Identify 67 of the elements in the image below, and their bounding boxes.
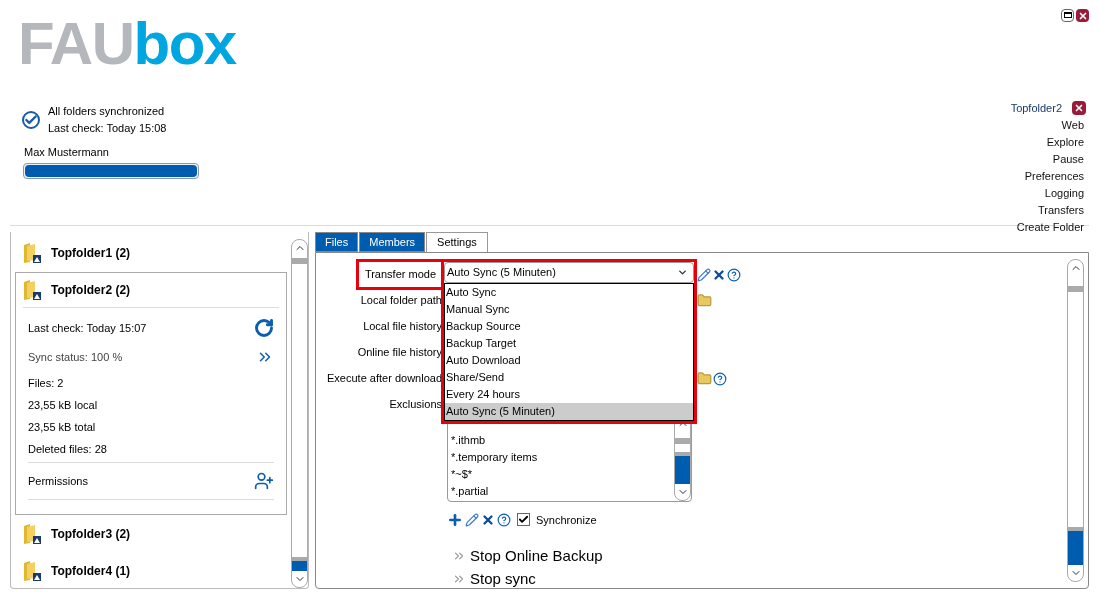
action-link[interactable]: Logging xyxy=(1044,184,1084,202)
exclusion-item[interactable]: *.partial xyxy=(451,482,674,500)
setting-label: Online file history xyxy=(357,345,442,361)
folder-detail: 23,55 kB local xyxy=(28,398,98,414)
status-text: Last check: Today 15:08 xyxy=(48,121,167,136)
transfer-mode-select[interactable]: Auto Sync (5 Minuten) xyxy=(444,261,694,283)
user-name: Max Mustermann xyxy=(24,145,110,160)
setting-label: Local folder path xyxy=(360,293,442,309)
permissions-label: Permissions xyxy=(28,474,88,490)
folder-detail: 23,55 kB total xyxy=(28,420,96,436)
scrollbar-track-end xyxy=(292,258,307,264)
scrollbar-track-end xyxy=(675,437,690,444)
pencil-icon[interactable] xyxy=(465,512,479,527)
action-link[interactable]: Preferences xyxy=(1024,167,1084,185)
tab[interactable]: Files xyxy=(315,232,359,252)
maximize-button[interactable] xyxy=(1061,9,1074,22)
action-link[interactable]: Explore xyxy=(1046,133,1084,151)
scrollbar-thumb[interactable] xyxy=(292,557,307,571)
setting-label: Exclusions xyxy=(389,397,442,413)
folder-detail: Last check: Today 15:07 xyxy=(28,321,147,337)
folder-icon xyxy=(23,523,41,546)
status-text: All folders synchronized xyxy=(48,104,166,119)
folder-icon[interactable] xyxy=(697,371,712,386)
close-button[interactable] xyxy=(1076,9,1089,22)
folder-icon[interactable] xyxy=(697,293,712,308)
action-link[interactable]: Web xyxy=(1061,116,1084,134)
folder-name: Topfolder2 xyxy=(1010,101,1062,116)
action-link[interactable]: Create Folder xyxy=(1016,218,1084,236)
help-icon[interactable] xyxy=(497,512,511,527)
delete-icon[interactable] xyxy=(481,512,495,527)
folder-icon xyxy=(23,242,41,265)
synchronize-label: Synchronize xyxy=(536,512,597,528)
close-folder-button[interactable] xyxy=(1072,101,1086,116)
setting-label: Execute after download xyxy=(327,371,442,387)
action-button[interactable]: Stop Online Backup xyxy=(452,546,1067,565)
action-link[interactable]: Pause xyxy=(1052,150,1084,168)
action-link[interactable]: Transfers xyxy=(1037,201,1084,219)
exclusion-item[interactable]: *.temporary items xyxy=(451,448,674,466)
exclusion-item[interactable]: *~$* xyxy=(451,465,674,483)
folder-item[interactable]: Topfolder1 (2) xyxy=(11,236,291,271)
scrollbar-thumb[interactable] xyxy=(1068,527,1083,565)
action-button[interactable]: Stop sync xyxy=(452,569,1067,588)
scrollbar-thumb[interactable] xyxy=(675,451,690,484)
tab[interactable]: Members xyxy=(359,232,426,252)
folder-item[interactable]: Topfolder3 (2) xyxy=(11,517,291,552)
add-icon[interactable] xyxy=(447,511,463,528)
folder-item[interactable]: Topfolder4 (1) xyxy=(11,553,291,588)
setting-label: Local file history xyxy=(363,319,442,335)
folder-detail: Deleted files: 28 xyxy=(28,442,107,458)
help-icon[interactable] xyxy=(713,371,727,386)
folder-icon xyxy=(23,559,41,582)
help-icon[interactable] xyxy=(727,267,741,282)
refresh-icon[interactable] xyxy=(254,318,274,339)
scrollbar-track-end xyxy=(1068,285,1083,292)
delete-icon[interactable] xyxy=(712,267,726,282)
folder-item[interactable]: Topfolder2 (2) xyxy=(23,273,279,309)
logo: FAUbox xyxy=(18,18,236,70)
pencil-icon[interactable] xyxy=(697,267,711,282)
add-user-icon[interactable] xyxy=(254,471,274,492)
folder-detail: Sync status: 100 % xyxy=(28,350,123,366)
exclusion-item[interactable]: *.ithmb xyxy=(451,431,674,449)
synchronize-checkbox[interactable] xyxy=(517,513,530,527)
tab[interactable]: Settings xyxy=(426,232,488,252)
scrollbar[interactable] xyxy=(291,239,308,588)
scrollbar[interactable] xyxy=(1067,258,1084,582)
folder-detail: Files: 2 xyxy=(28,376,64,392)
folder-icon xyxy=(23,279,41,302)
